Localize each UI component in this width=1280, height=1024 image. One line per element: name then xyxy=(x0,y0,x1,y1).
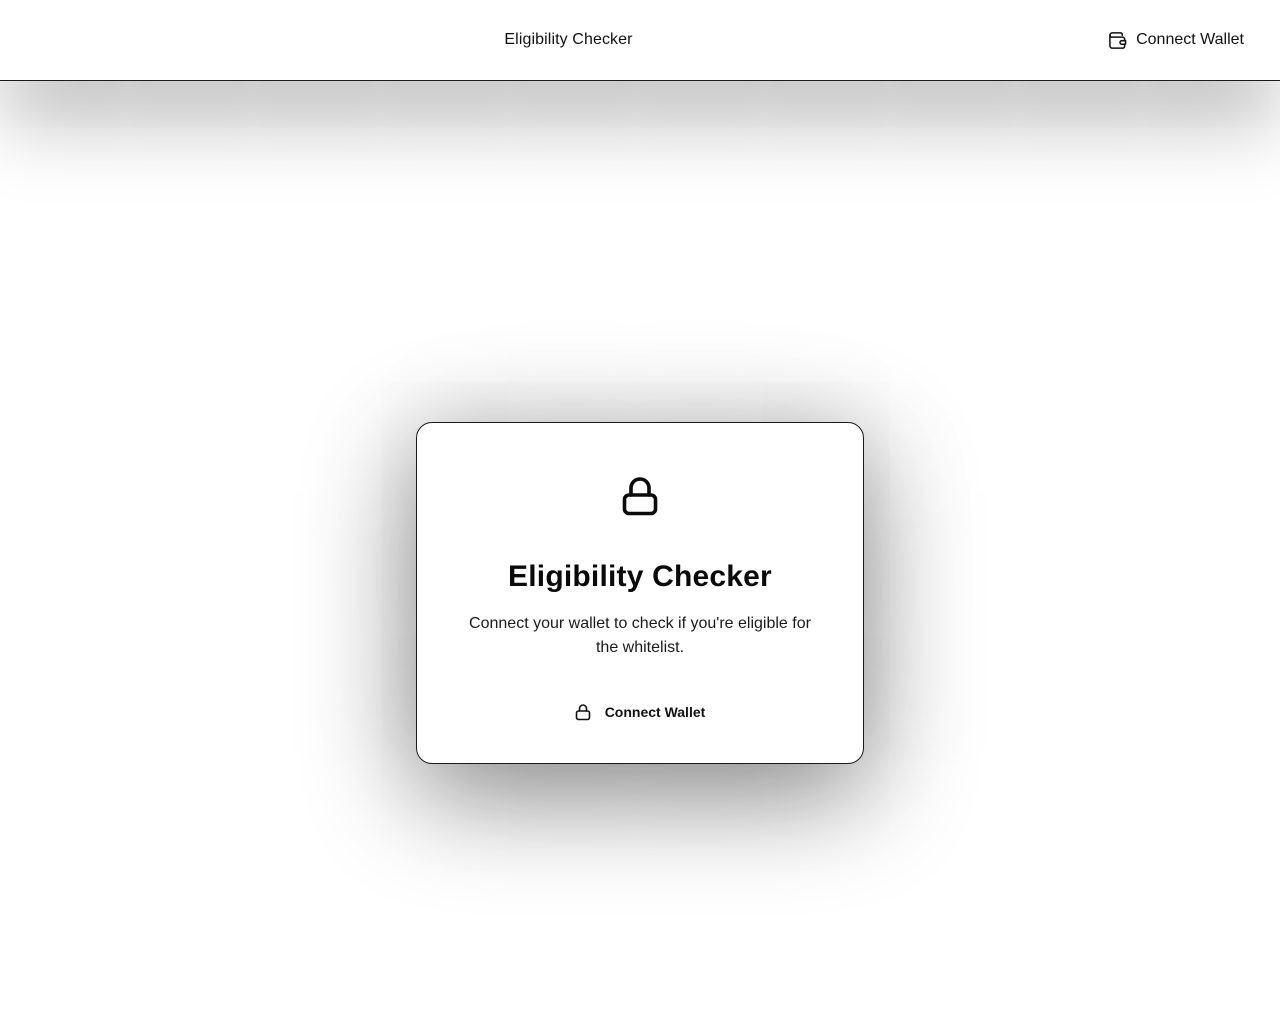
page: Eligibility Checker Connect Wallet Eligi… xyxy=(0,0,1280,1024)
top-navbar: Eligibility Checker Connect Wallet xyxy=(0,0,1280,81)
wallet-icon xyxy=(1108,31,1127,50)
lock-icon xyxy=(622,476,658,516)
header-connect-wallet-label: Connect Wallet xyxy=(1136,31,1244,48)
eligibility-card: Eligibility Checker Connect your wallet … xyxy=(416,422,864,764)
lock-icon xyxy=(575,703,591,721)
connect-wallet-label: Connect Wallet xyxy=(604,704,706,720)
header-connect-wallet-button[interactable]: Connect Wallet xyxy=(1108,28,1244,52)
card-description: Connect your wallet to check if you're e… xyxy=(469,615,811,656)
card-title: Eligibility Checker xyxy=(508,560,772,593)
header-title: Eligibility Checker xyxy=(504,31,633,48)
connect-wallet-button[interactable]: Connect Wallet xyxy=(567,699,713,725)
